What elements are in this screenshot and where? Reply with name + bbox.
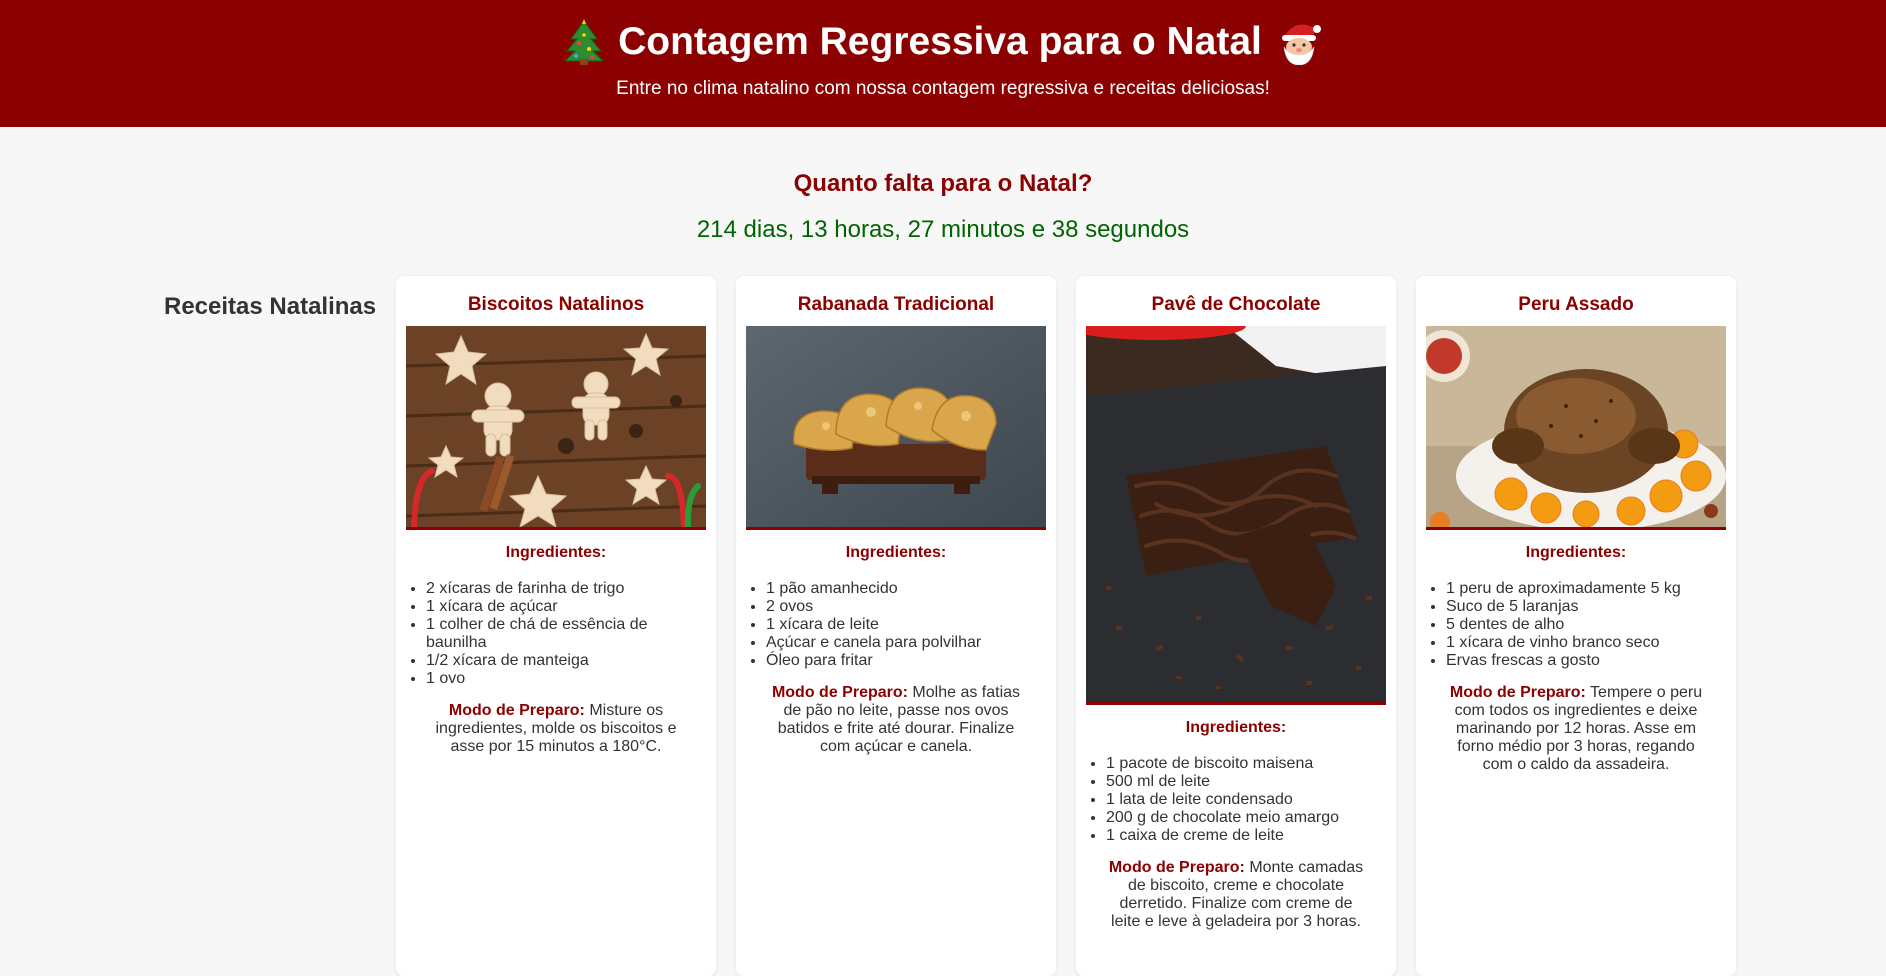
christmas-tree-icon bbox=[564, 19, 605, 65]
page-title: Contagem Regressiva para o Natal bbox=[618, 20, 1262, 63]
ingredient-item: 1 peru de aproximadamente 5 kg bbox=[1446, 580, 1726, 598]
ingredients-list: 2 xícaras de farinha de trigo 1 xícara d… bbox=[406, 580, 706, 688]
recipe-card-pave: Pavê de Chocolate Ingredientes: • 1 paco… bbox=[1076, 276, 1396, 976]
recipe-image-peru bbox=[1426, 326, 1726, 530]
ingredient-item: Suco de 5 laranjas bbox=[1446, 598, 1726, 616]
ingredient-item: Óleo para fritar bbox=[766, 652, 1046, 670]
page-subtitle: Entre no clima natalino com nossa contag… bbox=[616, 78, 1270, 99]
countdown-heading: Quanto falta para o Natal? bbox=[793, 170, 1093, 197]
ingredients-list: 1 pacote de biscoito maisena 500 ml de l… bbox=[1086, 755, 1386, 845]
recipe-card-rabanada: Rabanada Tradicional Ingredientes: • 1 p… bbox=[736, 276, 1056, 976]
ingredient-item: 1 pacote de biscoito maisena bbox=[1106, 755, 1386, 773]
recipes-section: Receitas Natalinas Biscoitos Natalinos I… bbox=[0, 276, 1886, 976]
ingredient-item: 1 caixa de creme de leite bbox=[1106, 827, 1386, 845]
ingredients-label: Ingredientes: bbox=[1185, 719, 1287, 736]
preparation-label: Modo de Preparo: bbox=[1108, 859, 1245, 876]
ingredients-list: 1 pão amanhecido 2 ovos 1 xícara de leit… bbox=[746, 580, 1046, 670]
preparation-text: Modo de Preparo: Tempere o peru com todo… bbox=[1444, 684, 1708, 774]
ingredient-item: 1 xícara de leite bbox=[766, 616, 1046, 634]
site-header: Contagem Regressiva para o Natal Entre n… bbox=[0, 0, 1886, 127]
ingredient-item: 1 pão amanhecido bbox=[766, 580, 1046, 598]
recipe-image-biscoitos bbox=[406, 326, 706, 530]
ingredient-item: 5 dentes de alho bbox=[1446, 616, 1726, 634]
ingredient-item: 2 xícaras de farinha de trigo bbox=[426, 580, 706, 598]
ingredient-item: 500 ml de leite bbox=[1106, 773, 1386, 791]
ingredient-item: 2 ovos bbox=[766, 598, 1046, 616]
recipe-card-biscoitos: Biscoitos Natalinos Ingredientes: • 2 xí… bbox=[396, 276, 716, 976]
ingredient-item: 1 xícara de vinho branco seco bbox=[1446, 634, 1726, 652]
ingredient-item: 1 xícara de açúcar bbox=[426, 598, 706, 616]
preparation-label: Modo de Preparo: bbox=[448, 702, 585, 719]
ingredient-item: 1 ovo bbox=[426, 670, 706, 688]
recipe-title: Biscoitos Natalinos bbox=[467, 294, 645, 315]
preparation-text: Modo de Preparo: Misture os ingredientes… bbox=[424, 702, 688, 756]
recipe-card-peru: Peru Assado Ingredientes: • 1 peru de ap… bbox=[1416, 276, 1736, 976]
ingredients-label: Ingredientes: bbox=[845, 544, 947, 561]
ingredients-label: Ingredientes: bbox=[505, 544, 607, 561]
preparation-text: Modo de Preparo: Molhe as fatias de pão … bbox=[764, 684, 1028, 756]
ingredient-item: 1/2 xícara de manteiga bbox=[426, 652, 706, 670]
ingredient-item: 1 lata de leite condensado bbox=[1106, 791, 1386, 809]
countdown-timer: 214 dias, 13 horas, 27 minutos e 38 segu… bbox=[696, 216, 1190, 243]
ingredient-item: 200 g de chocolate meio amargo bbox=[1106, 809, 1386, 827]
ingredient-item: Ervas frescas a gosto bbox=[1446, 652, 1726, 670]
recipe-title: Peru Assado bbox=[1518, 294, 1634, 315]
ingredients-label: Ingredientes: bbox=[1525, 544, 1627, 561]
preparation-label: Modo de Preparo: bbox=[1449, 684, 1586, 701]
recipes-heading: Receitas Natalinas bbox=[164, 293, 377, 320]
recipe-title: Rabanada Tradicional bbox=[797, 294, 995, 315]
recipe-image-rabanada bbox=[746, 326, 1046, 530]
ingredients-list: 1 peru de aproximadamente 5 kg Suco de 5… bbox=[1426, 580, 1726, 670]
preparation-text: Modo de Preparo: Monte camadas de biscoi… bbox=[1104, 859, 1368, 931]
ingredient-item: Açúcar e canela para polvilhar bbox=[766, 634, 1046, 652]
title-row: Contagem Regressiva para o Natal bbox=[0, 16, 1886, 68]
countdown-section: Quanto falta para o Natal? 214 dias, 13 … bbox=[0, 169, 1886, 245]
recipe-title: Pavê de Chocolate bbox=[1151, 294, 1321, 315]
santa-icon bbox=[1281, 24, 1321, 65]
preparation-label: Modo de Preparo: bbox=[771, 684, 908, 701]
ingredient-item: 1 colher de chá de essência de baunilha bbox=[426, 616, 706, 652]
recipe-image-pave bbox=[1086, 326, 1386, 705]
